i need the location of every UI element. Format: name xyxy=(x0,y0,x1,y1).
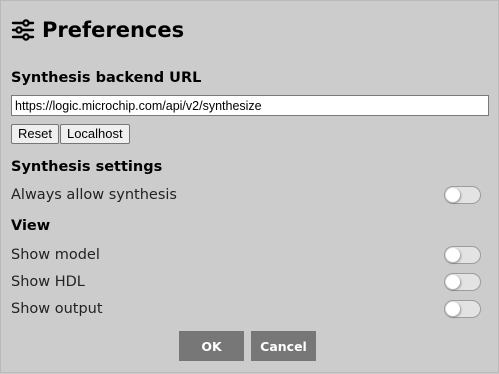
synthesis-settings-heading: Synthesis settings xyxy=(11,159,163,175)
always-allow-synthesis-toggle[interactable] xyxy=(444,186,481,204)
ok-button[interactable]: OK xyxy=(179,331,244,361)
toggle-knob xyxy=(446,302,460,316)
always-allow-synthesis-label: Always allow synthesis xyxy=(11,187,177,203)
cancel-button[interactable]: Cancel xyxy=(251,331,316,361)
toggle-knob xyxy=(446,188,460,202)
sliders-icon xyxy=(11,18,35,42)
show-hdl-toggle[interactable] xyxy=(444,273,481,291)
show-output-toggle[interactable] xyxy=(444,300,481,318)
dialog-footer: OK Cancel xyxy=(179,331,316,361)
backend-url-heading: Synthesis backend URL xyxy=(11,70,202,86)
preferences-dialog: Preferences Synthesis backend URL Reset … xyxy=(11,1,491,374)
show-hdl-label: Show HDL xyxy=(11,274,85,290)
show-model-label: Show model xyxy=(11,247,100,263)
dialog-title: Preferences xyxy=(42,18,185,42)
always-allow-synthesis-row: Always allow synthesis xyxy=(11,184,481,206)
backend-url-buttons: Reset Localhost xyxy=(11,124,130,144)
toggle-knob xyxy=(446,248,460,262)
show-model-row: Show model xyxy=(11,244,481,266)
show-output-row: Show output xyxy=(11,298,481,320)
reset-button[interactable]: Reset xyxy=(11,124,59,144)
view-heading: View xyxy=(11,218,51,234)
show-hdl-row: Show HDL xyxy=(11,271,481,293)
backend-url-input[interactable] xyxy=(11,95,489,116)
dialog-header: Preferences xyxy=(11,15,184,45)
show-output-label: Show output xyxy=(11,301,103,317)
toggle-knob xyxy=(446,275,460,289)
localhost-button[interactable]: Localhost xyxy=(59,124,130,144)
show-model-toggle[interactable] xyxy=(444,246,481,264)
